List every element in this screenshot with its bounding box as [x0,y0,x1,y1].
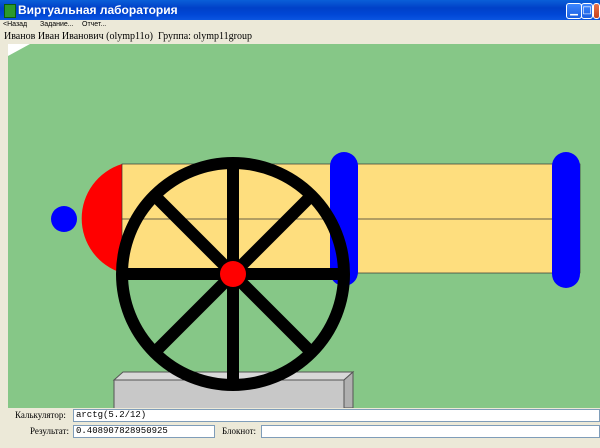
menu-bar: <Назад Задание... Отчет... [0,20,600,30]
task-menu-item[interactable]: Задание... [40,20,74,30]
breech-knob [51,206,77,232]
notepad-input[interactable] [261,425,600,438]
result-label: Результат: [30,426,69,436]
calculator-input[interactable]: arctg(5.2/12) [73,409,600,422]
cannon-drawing [8,44,581,408]
report-menu-item[interactable]: Отчет... [82,20,106,30]
notepad-label: Блокнот: [222,426,257,436]
wheel [116,157,350,391]
user-info-bar: Иванов Иван Иванович (olymp11o) Группа: … [0,30,600,44]
minimize-icon[interactable]: ▁ [566,3,582,19]
user-name: Иванов Иван Иванович (olymp11o) Группа: … [4,31,252,42]
user-full-name: Иванов Иван Иванович (olymp11o) [4,31,153,42]
user-group: Группа: olymp11group [157,31,252,42]
close-icon[interactable] [593,3,600,19]
result-field[interactable]: 0.408907828950925 [73,425,215,438]
window-title: Виртуальная лаборатория [18,3,178,17]
app-icon [4,4,16,18]
corner-marker [8,44,30,56]
bottom-panel: Калькулятор: arctg(5.2/12) Результат: 0.… [0,408,600,448]
title-bar: Виртуальная лаборатория ▁ □ [0,0,600,20]
breech-dome [81,164,122,273]
back-menu-item[interactable]: <Назад [3,20,27,30]
barrel-ring-muzzle [552,152,580,288]
lab-scene[interactable] [8,44,600,408]
calculator-label: Калькулятор: [15,410,66,420]
wheel-hub [220,261,246,287]
maximize-icon[interactable]: □ [581,3,593,19]
